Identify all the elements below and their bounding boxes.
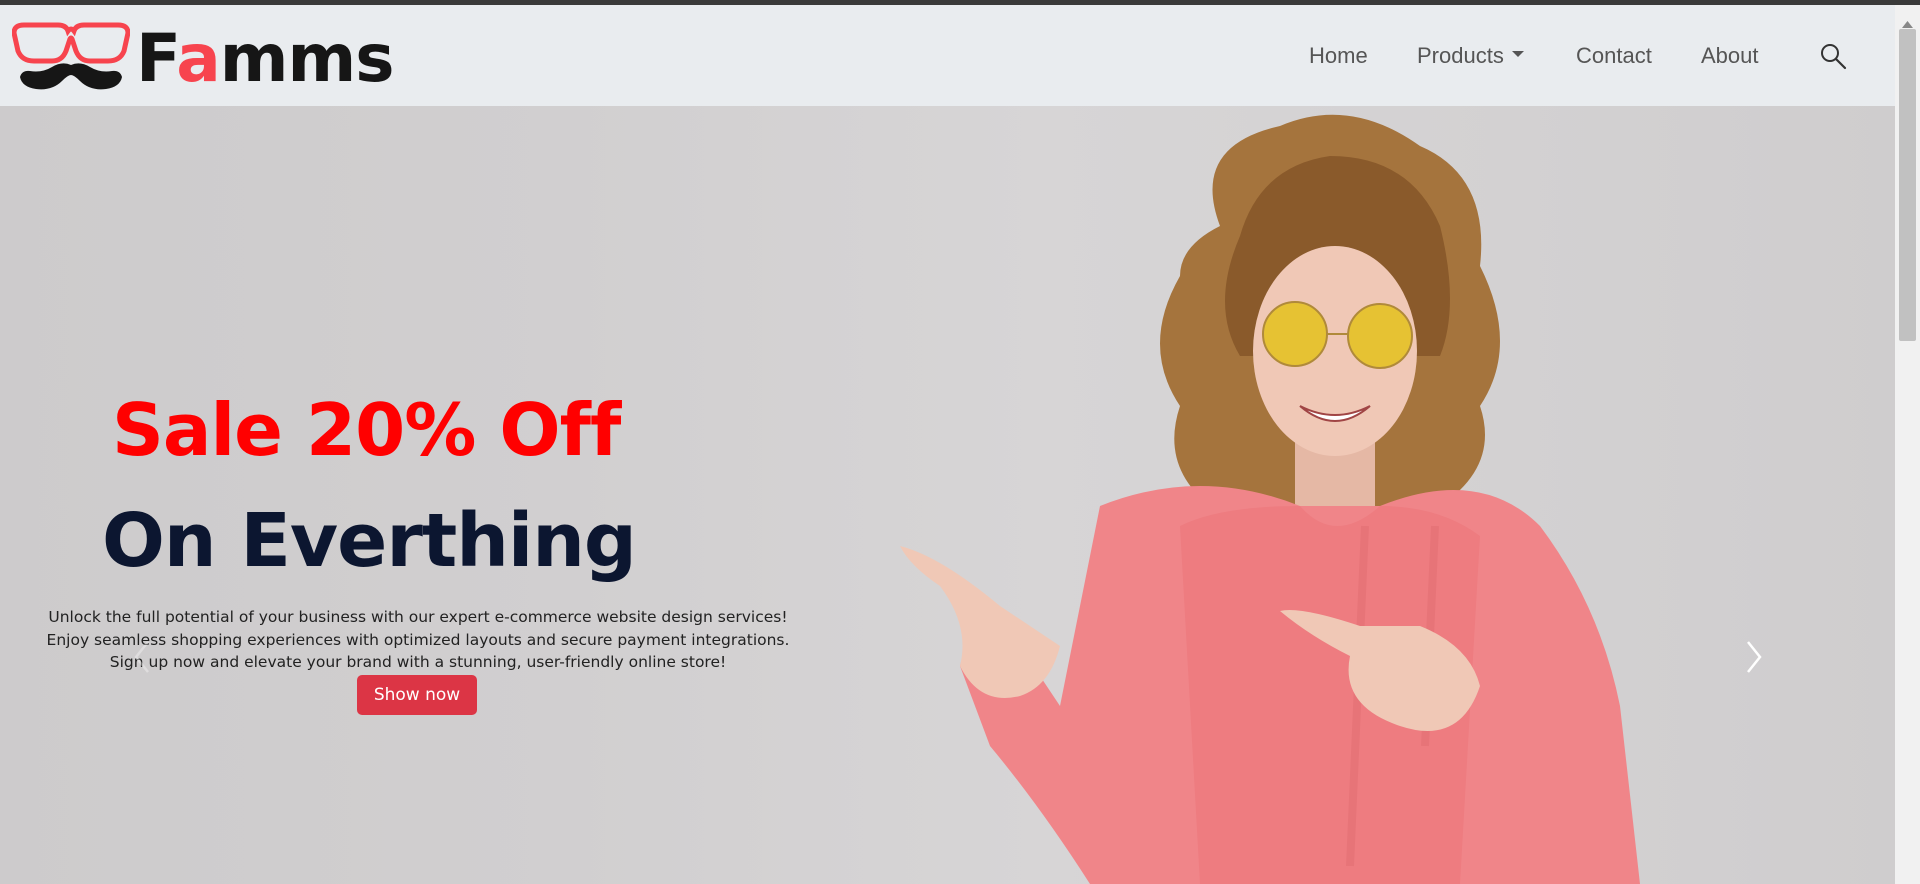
caret-down-icon [1511, 51, 1524, 58]
scrollbar-thumb[interactable] [1899, 29, 1916, 341]
hero-title: Sale 20% Off [112, 388, 621, 472]
nav-products-dropdown[interactable]: Products [1417, 43, 1524, 69]
brand-wordmark: Famms [136, 20, 395, 97]
hero-description-line: Unlock the full potential of your busine… [48, 608, 788, 626]
chevron-right-icon[interactable] [1738, 632, 1768, 682]
brand-logo[interactable]: Famms [12, 20, 395, 97]
glasses-mustache-logo-icon [12, 22, 130, 90]
nav-products-label: Products [1417, 43, 1504, 68]
chevron-left-icon[interactable] [128, 632, 158, 682]
nav-about-link[interactable]: About [1701, 43, 1759, 69]
hero-subtitle: On Everthing [102, 498, 637, 584]
model-photo [900, 114, 1640, 884]
hero-carousel: Sale 20% Off On Everthing Unlock the ful… [0, 106, 1895, 884]
vertical-scrollbar[interactable] [1895, 5, 1920, 884]
nav-contact-link[interactable]: Contact [1576, 43, 1652, 69]
nav-home-link[interactable]: Home [1309, 43, 1368, 69]
search-icon[interactable] [1818, 41, 1848, 71]
show-now-button[interactable]: Show now [357, 675, 477, 715]
navbar: Famms Home Products Contact About [0, 5, 1895, 106]
